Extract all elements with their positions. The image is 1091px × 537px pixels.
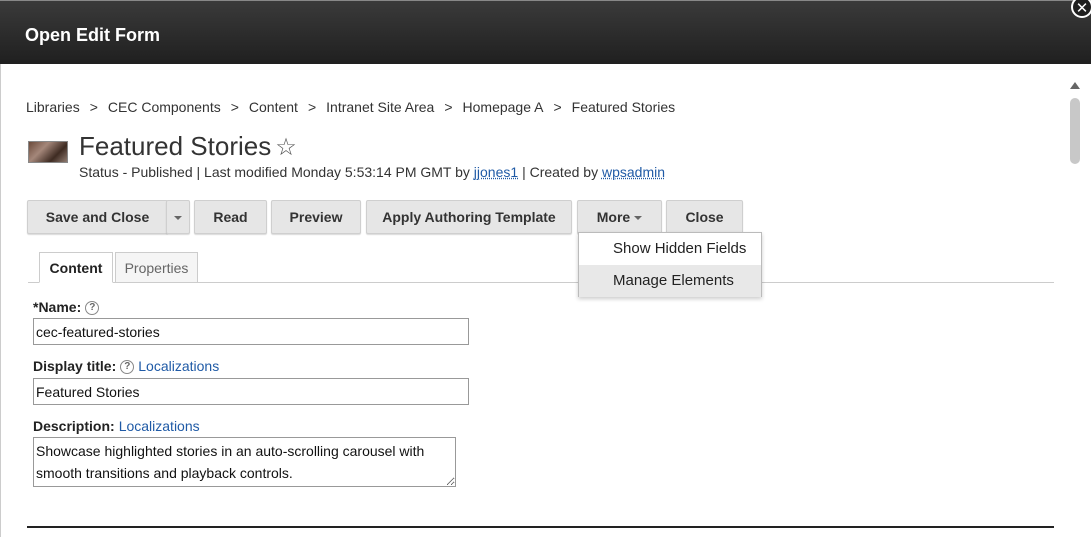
breadcrumb-cec-components[interactable]: CEC Components	[108, 99, 221, 115]
more-dropdown-menu: Show Hidden Fields Manage Elements	[578, 232, 762, 297]
help-icon[interactable]: ?	[85, 301, 100, 316]
vertical-scrollbar[interactable]	[1068, 78, 1082, 537]
page-title: Featured Stories	[79, 131, 272, 161]
favorite-star-icon[interactable]: ☆	[275, 134, 297, 161]
page-title-container: Featured Stories ☆	[79, 131, 297, 162]
modified-by-link[interactable]: jjones1	[474, 164, 518, 180]
item-thumbnail	[28, 141, 68, 163]
description-field-label: Description: Localizations	[33, 418, 200, 434]
dialog-titlebar: Open Edit Form	[0, 0, 1091, 65]
breadcrumb-separator: >	[444, 99, 453, 115]
dialog-title: Open Edit Form	[25, 25, 160, 45]
display-title-field-label: Display title:? Localizations	[33, 358, 219, 375]
name-input[interactable]	[33, 318, 469, 345]
apply-authoring-template-button[interactable]: Apply Authoring Template	[366, 200, 572, 234]
status-text: Status - Published | Last modified Monda…	[79, 164, 470, 180]
tab-properties[interactable]: Properties	[115, 252, 198, 283]
tab-content[interactable]: Content	[39, 252, 113, 283]
created-by-link[interactable]: wpsadmin	[602, 164, 665, 180]
menu-item-manage-elements[interactable]: Manage Elements	[579, 265, 761, 297]
description-textarea[interactable]: Showcase highlighted stories in an auto-…	[33, 437, 456, 487]
menu-item-show-hidden-fields[interactable]: Show Hidden Fields	[579, 233, 761, 265]
breadcrumb-separator: >	[230, 99, 239, 115]
breadcrumb-libraries[interactable]: Libraries	[26, 99, 80, 115]
preview-button[interactable]: Preview	[271, 200, 361, 234]
dialog-close-icon[interactable]: ✕	[1071, 0, 1091, 18]
breadcrumb-intranet-site-area[interactable]: Intranet Site Area	[326, 99, 434, 115]
display-title-localizations-link[interactable]: Localizations	[138, 358, 219, 374]
name-field-label: *Name:?	[33, 299, 100, 316]
save-options-dropdown-button[interactable]	[166, 200, 190, 234]
breadcrumb-separator: >	[553, 99, 562, 115]
description-label-text: Description:	[33, 418, 115, 434]
breadcrumb-separator: >	[89, 99, 98, 115]
close-button[interactable]: Close	[666, 200, 743, 234]
name-label-text: *Name:	[33, 299, 82, 315]
read-button[interactable]: Read	[194, 200, 267, 234]
chevron-down-icon	[634, 216, 643, 221]
display-title-input[interactable]	[33, 378, 469, 405]
breadcrumb-content[interactable]: Content	[249, 99, 298, 115]
breadcrumb: Libraries > CEC Components > Content > Intrane…	[26, 99, 675, 115]
more-menu-button[interactable]: More	[577, 200, 662, 234]
description-localizations-link[interactable]: Localizations	[119, 418, 200, 434]
item-status: Status - Published | Last modified Monda…	[79, 164, 665, 180]
help-icon[interactable]: ?	[120, 360, 135, 375]
dialog-content: Libraries > CEC Components > Content > Intrane…	[0, 64, 1091, 537]
display-title-label-text: Display title:	[33, 358, 117, 374]
breadcrumb-featured-stories: Featured Stories	[571, 99, 676, 115]
breadcrumb-homepage-a[interactable]: Homepage A	[463, 99, 544, 115]
save-and-close-button[interactable]: Save and Close	[27, 200, 168, 234]
chevron-down-icon	[174, 216, 182, 221]
section-divider	[27, 526, 1054, 528]
more-label: More	[596, 209, 631, 225]
created-by-text: | Created by	[522, 164, 599, 180]
scroll-up-arrow-icon[interactable]	[1070, 82, 1080, 89]
scrollbar-thumb[interactable]	[1070, 98, 1080, 164]
breadcrumb-separator: >	[307, 99, 317, 115]
